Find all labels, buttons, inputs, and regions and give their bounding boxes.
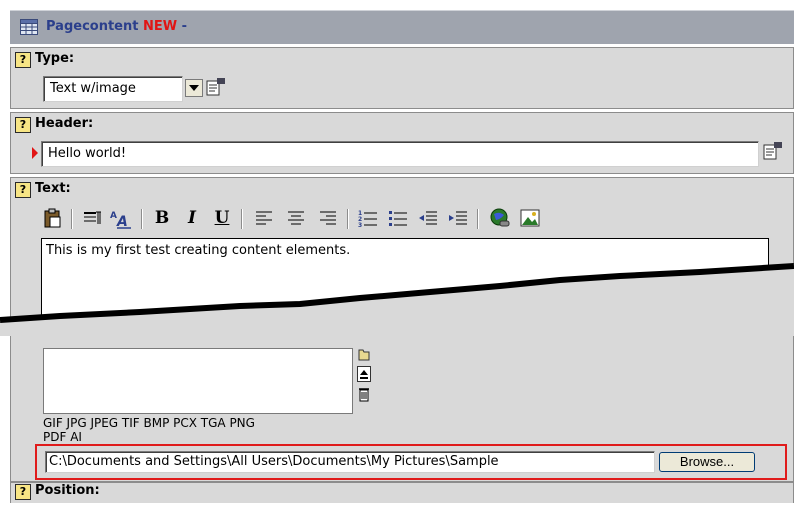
allowed-file-types: GIF JPG JPEG TIF BMP PCX TGA PNG PDF AI bbox=[43, 416, 403, 444]
file-types-line: GIF JPG JPEG TIF BMP PCX TGA PNG bbox=[43, 416, 255, 430]
text-section: ? Text: A A B I U 1 2 3 This is my first… bbox=[10, 177, 794, 328]
text-editor[interactable]: This is my first test creating content e… bbox=[41, 238, 769, 328]
toolbar-separator bbox=[71, 209, 73, 229]
header-section-header: ? Header: bbox=[13, 114, 313, 136]
images-section: GIF JPG JPEG TIF BMP PCX TGA PNG PDF AI … bbox=[10, 322, 794, 482]
type-section-header: ? Type: bbox=[13, 49, 313, 71]
align-center-icon[interactable] bbox=[285, 207, 307, 229]
svg-text:A: A bbox=[110, 211, 117, 221]
position-label: Position: bbox=[35, 483, 100, 498]
help-icon[interactable]: ? bbox=[15, 117, 31, 133]
font-style-icon[interactable]: A A bbox=[109, 207, 133, 229]
edit-properties-icon[interactable] bbox=[763, 141, 783, 161]
underline-button[interactable]: U bbox=[211, 207, 233, 229]
align-right-icon[interactable] bbox=[317, 207, 339, 229]
ordered-list-icon[interactable]: 123 bbox=[357, 207, 379, 229]
toolbar-separator bbox=[241, 209, 243, 229]
text-section-header: ? Text: bbox=[13, 179, 313, 201]
rte-toolbar: A A B I U 123 bbox=[41, 207, 721, 231]
file-types-line: PDF AI bbox=[43, 430, 82, 444]
title-text: Pagecontent bbox=[46, 19, 139, 34]
text-content: This is my first test creating content e… bbox=[46, 243, 351, 258]
type-section: ? Type: Text w/image bbox=[10, 47, 794, 109]
type-label: Type: bbox=[35, 51, 75, 66]
title-bar: Pagecontent NEW - bbox=[10, 10, 794, 44]
svg-text:A: A bbox=[116, 214, 128, 229]
position-section: ? Position: bbox=[10, 482, 794, 503]
dropdown-button[interactable] bbox=[185, 79, 203, 97]
title-suffix: - bbox=[177, 19, 188, 34]
bold-button[interactable]: B bbox=[151, 207, 173, 229]
indent-icon[interactable] bbox=[447, 207, 469, 229]
move-up-icon[interactable] bbox=[357, 366, 371, 382]
required-arrow-icon bbox=[32, 147, 38, 159]
header-section: ? Header: Hello world! bbox=[10, 112, 794, 174]
insert-image-icon[interactable] bbox=[519, 207, 541, 229]
format-block-icon[interactable] bbox=[81, 207, 103, 229]
browse-button[interactable]: Browse... bbox=[659, 452, 755, 472]
browse-folder-icon[interactable] bbox=[357, 346, 371, 362]
svg-text:3: 3 bbox=[358, 222, 362, 229]
toolbar-separator bbox=[477, 209, 479, 229]
file-path-input[interactable]: C:\Documents and Settings\All Users\Docu… bbox=[45, 451, 655, 473]
header-input[interactable]: Hello world! bbox=[41, 141, 759, 167]
toolbar-separator bbox=[141, 209, 143, 229]
trash-icon[interactable] bbox=[357, 386, 371, 402]
edit-properties-icon[interactable] bbox=[206, 77, 226, 97]
paste-icon[interactable] bbox=[41, 207, 63, 229]
italic-button[interactable]: I bbox=[181, 207, 203, 229]
toolbar-separator bbox=[347, 209, 349, 229]
type-select[interactable]: Text w/image bbox=[43, 76, 183, 102]
insert-link-icon[interactable] bbox=[489, 207, 511, 229]
new-badge: NEW bbox=[143, 19, 178, 34]
align-left-icon[interactable] bbox=[253, 207, 275, 229]
outdent-icon[interactable] bbox=[417, 207, 439, 229]
help-icon[interactable]: ? bbox=[15, 52, 31, 68]
image-file-list[interactable] bbox=[43, 348, 353, 414]
help-icon[interactable]: ? bbox=[15, 484, 31, 500]
document-table-icon bbox=[20, 19, 38, 35]
position-section-header: ? Position: bbox=[13, 483, 313, 505]
text-label: Text: bbox=[35, 181, 71, 196]
chevron-down-icon bbox=[189, 85, 199, 91]
page-title: Pagecontent NEW - bbox=[46, 19, 187, 34]
header-label: Header: bbox=[35, 116, 94, 131]
help-icon[interactable]: ? bbox=[15, 182, 31, 198]
unordered-list-icon[interactable] bbox=[387, 207, 409, 229]
